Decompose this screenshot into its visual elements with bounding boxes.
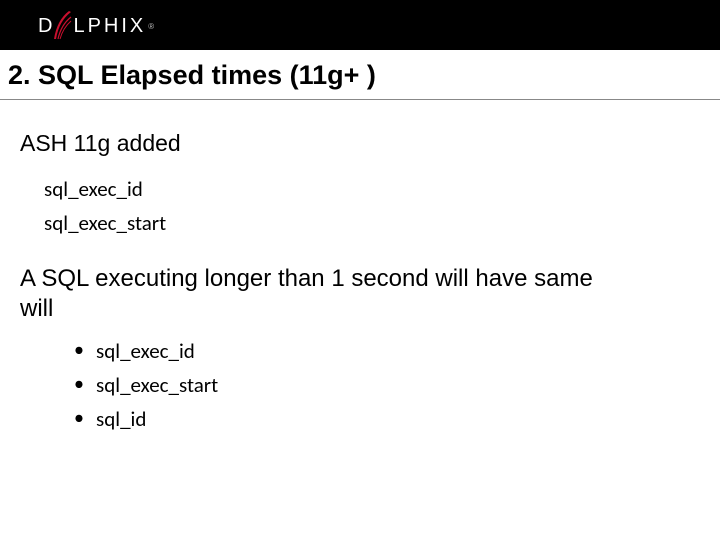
content-area: ASH 11g added sql_exec_id sql_exec_start… (0, 100, 720, 432)
title-row: 2. SQL Elapsed times (11g+ ) (0, 50, 720, 100)
added-col-item: sql_exec_id (44, 176, 700, 202)
para2-line1: A SQL executing longer than 1 second wil… (20, 265, 593, 292)
added-columns-list: sql_exec_id sql_exec_start (44, 176, 700, 236)
added-col-item: sql_exec_start (44, 210, 700, 236)
bullet-item: sql_id (74, 406, 700, 432)
same-columns-list: sql_exec_id sql_exec_start sql_id (74, 338, 700, 432)
logo-text-right: PHIX (88, 15, 147, 38)
logo-swoosh-icon (53, 11, 75, 41)
header-bar: D L PHIX ® (0, 0, 720, 50)
slide: D L PHIX ® 2. SQL Elapsed times (11g+ ) … (0, 0, 720, 540)
bullet-item: sql_exec_id (74, 338, 700, 364)
logo-text-mid: L (73, 15, 87, 38)
para2: A SQL executing longer than 1 second wil… (20, 264, 700, 324)
para2-line2: will (20, 295, 53, 322)
slide-title: 2. SQL Elapsed times (11g+ ) (8, 60, 712, 91)
bullet-item: sql_exec_start (74, 372, 700, 398)
logo-trademark: ® (148, 22, 154, 31)
intro-text: ASH 11g added (20, 130, 700, 158)
logo: D L PHIX ® (38, 8, 154, 44)
